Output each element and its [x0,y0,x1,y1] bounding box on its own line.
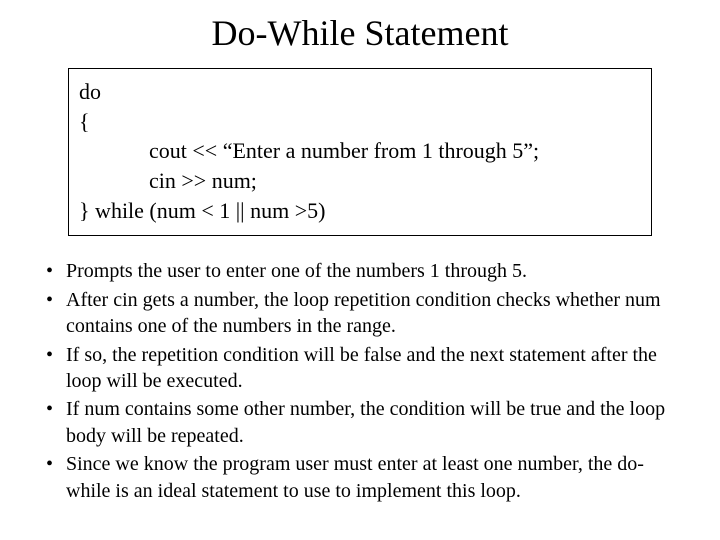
code-text: cout << “Enter a number from 1 through 5… [79,136,539,166]
slide-title: Do-While Statement [40,12,680,54]
code-line-1: do [79,77,641,107]
code-line-4: cin >> num; [79,166,641,196]
bullet-list: Prompts the user to enter one of the num… [40,258,680,504]
list-item: Prompts the user to enter one of the num… [44,258,680,284]
code-box: do { cout << “Enter a number from 1 thro… [68,68,652,236]
code-line-3: cout << “Enter a number from 1 through 5… [79,136,641,166]
slide: Do-While Statement do { cout << “Enter a… [0,0,720,540]
list-item: If num contains some other number, the c… [44,396,680,449]
list-item: After cin gets a number, the loop repeti… [44,287,680,340]
list-item: Since we know the program user must ente… [44,451,680,504]
list-item: If so, the repetition condition will be … [44,342,680,395]
code-line-5: } while (num < 1 || num >5) [79,196,641,226]
code-line-2: { [79,107,641,137]
code-text: cin >> num; [79,166,257,196]
